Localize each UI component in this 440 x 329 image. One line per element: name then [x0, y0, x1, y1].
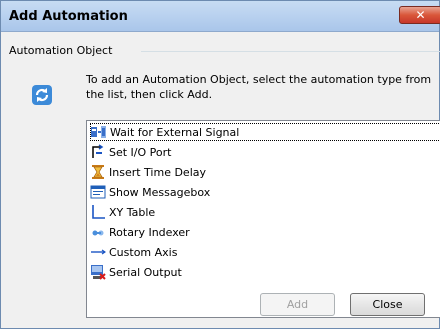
list-item-custom-axis[interactable]: Custom Axis	[90, 243, 440, 261]
add-button[interactable]: Add	[260, 293, 335, 316]
list-item-show-messagebox[interactable]: Show Messagebox	[90, 183, 440, 201]
close-window-button[interactable]: ✕	[399, 6, 440, 24]
instructions-text: To add an Automation Object, select the …	[86, 73, 432, 101]
close-button[interactable]: Close	[350, 293, 425, 316]
dialog-title: Add Automation	[9, 9, 128, 24]
list-item-insert-time-delay[interactable]: Insert Time Delay	[90, 163, 440, 181]
group-label: Automation Object	[9, 44, 113, 57]
list-item-set-io-port[interactable]: Set I/O Port	[90, 143, 440, 161]
title-bar[interactable]: Add Automation ✕	[1, 1, 440, 32]
wait-signal-icon	[91, 126, 106, 138]
list-item-rotary-indexer[interactable]: Rotary Indexer	[90, 223, 440, 241]
list-item-label: Rotary Indexer	[109, 225, 190, 239]
automation-type-list[interactable]: Wait for External Signal Set I/O Port In…	[86, 120, 440, 318]
hourglass-icon	[92, 165, 104, 179]
rotary-indexer-icon	[92, 230, 104, 236]
list-item-label: Insert Time Delay	[109, 165, 207, 179]
close-icon: ✕	[415, 8, 426, 22]
close-button-label: Close	[372, 298, 403, 311]
add-automation-dialog: Add Automation ✕ Automation Object To ad…	[0, 0, 440, 329]
serial-output-icon	[91, 265, 106, 280]
list-item-label: XY Table	[109, 205, 156, 219]
list-item-label: Serial Output	[109, 265, 182, 279]
list-item-serial-output[interactable]: Serial Output	[90, 263, 440, 281]
xy-table-icon	[92, 205, 105, 219]
list-item-wait-external-signal[interactable]: Wait for External Signal	[90, 123, 440, 141]
list-item-label: Show Messagebox	[109, 185, 211, 199]
list-item-label: Wait for External Signal	[110, 125, 240, 139]
group-divider	[141, 51, 440, 52]
dialog-content: Automation Object To add an Automation O…	[9, 38, 440, 322]
list-item-label: Custom Axis	[109, 245, 178, 259]
list-item-label: Set I/O Port	[109, 145, 172, 159]
list-item-xy-table[interactable]: XY Table	[90, 203, 440, 221]
io-port-icon	[92, 144, 104, 158]
custom-axis-icon	[91, 249, 106, 255]
add-button-label: Add	[286, 298, 309, 311]
messagebox-icon	[90, 185, 106, 199]
automation-refresh-icon	[32, 85, 52, 105]
